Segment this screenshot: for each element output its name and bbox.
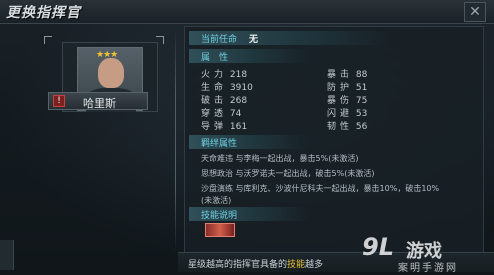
footer-hint: 星级越高的指挥官具备的技能越多: [188, 260, 324, 270]
divider: [175, 28, 176, 253]
stat-crit: 暴击 88: [327, 70, 368, 80]
frame-corner-icon: [44, 36, 52, 44]
bond-section-label: 羁绊属性: [201, 139, 238, 149]
hero-name-plate: ! 哈里斯: [48, 92, 148, 110]
bond-line: 天命难违 与李梅一起出战，暴击5%(未激活): [201, 154, 359, 163]
stat-missile: 导弹 161: [201, 122, 248, 132]
task-label: 当前任命: [201, 35, 238, 45]
rank-badge-icon: !: [53, 95, 65, 107]
attr-section-label: 属 性: [201, 53, 229, 63]
watermark-number: 9L: [362, 233, 394, 261]
hero-name: 哈里斯: [83, 97, 116, 110]
close-button[interactable]: ✕: [464, 2, 486, 22]
stat-crit-dmg: 暴伤 75: [327, 96, 368, 106]
skill-icon[interactable]: [205, 223, 235, 237]
watermark-logo: 9L 游戏 案明手游网: [340, 233, 490, 274]
side-tab[interactable]: [0, 240, 14, 270]
stat-dodge: 闪避 53: [327, 109, 368, 119]
star-rating: ★★★: [96, 50, 118, 60]
bond-line: (未激活): [201, 196, 232, 205]
skill-section-label: 技能说明: [201, 211, 238, 221]
stat-pierce: 穿透 74: [201, 109, 242, 119]
stat-break: 破击 268: [201, 96, 248, 106]
hero-face: [98, 58, 124, 88]
watermark-subtext: 案明手游网: [398, 263, 458, 274]
title-bar: 更换指挥官 ✕: [0, 0, 494, 24]
stat-toughness: 韧性 56: [327, 122, 368, 132]
stat-firepower: 火力 218: [201, 70, 248, 80]
stat-hp: 生命 3910: [201, 83, 253, 93]
bond-line: 思想政治 与沃罗诺夫一起出战，破击5%(未激活): [201, 169, 375, 178]
hero-info-panel: 当前任命 无 属 性 火力 218 暴击 88 生命 3910 防护 51 破击…: [184, 26, 484, 258]
bond-line: 沙盘演练 与库利克、沙波什尼科夫一起出战，暴击10%，破击10%: [201, 184, 440, 193]
stat-defense: 防护 51: [327, 83, 368, 93]
page-title: 更换指挥官: [6, 5, 81, 21]
task-value: 无: [249, 35, 259, 45]
